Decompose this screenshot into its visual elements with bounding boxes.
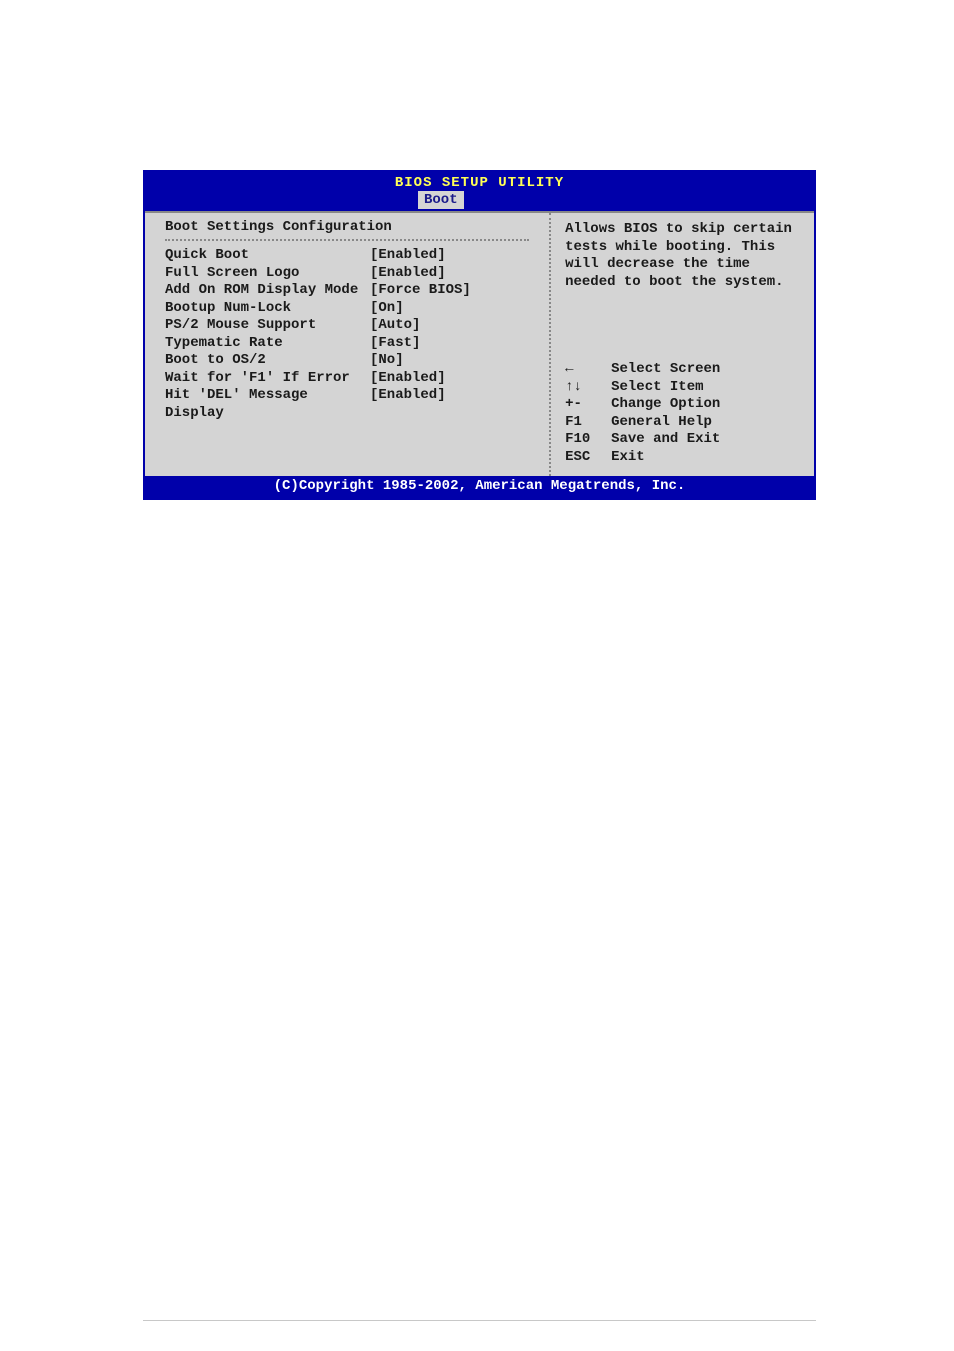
setting-add-on-rom[interactable]: Add On ROM Display Mode [Force BIOS] <box>165 282 529 300</box>
left-arrow-icon: ← <box>565 361 611 379</box>
nav-desc: Select Item <box>611 379 800 397</box>
settings-panel: Boot Settings Configuration Quick Boot [… <box>145 213 549 476</box>
setting-label: Wait for 'F1' If Error <box>165 370 370 388</box>
setting-value: [Enabled] <box>370 387 529 422</box>
bios-window: BIOS SETUP UTILITY Boot Boot Settings Co… <box>143 170 816 500</box>
setting-value: [Fast] <box>370 335 529 353</box>
nav-desc: Change Option <box>611 396 800 414</box>
setting-label: Quick Boot <box>165 247 370 265</box>
setting-typematic-rate[interactable]: Typematic Rate [Fast] <box>165 335 529 353</box>
setting-label: Boot to OS/2 <box>165 352 370 370</box>
nav-save-exit: F10 Save and Exit <box>565 431 800 449</box>
bios-body: Boot Settings Configuration Quick Boot [… <box>145 211 814 476</box>
nav-key: ESC <box>565 449 611 467</box>
nav-select-item: ↑↓ Select Item <box>565 379 800 397</box>
setting-wait-f1[interactable]: Wait for 'F1' If Error [Enabled] <box>165 370 529 388</box>
tab-boot[interactable]: Boot <box>418 191 464 209</box>
settings-list: Quick Boot [Enabled] Full Screen Logo [E… <box>165 247 529 422</box>
nav-key: F10 <box>565 431 611 449</box>
page-container: BIOS SETUP UTILITY Boot Boot Settings Co… <box>0 0 954 1321</box>
setting-value: [Enabled] <box>370 265 529 283</box>
setting-quick-boot[interactable]: Quick Boot [Enabled] <box>165 247 529 265</box>
setting-bootup-numlock[interactable]: Bootup Num-Lock [On] <box>165 300 529 318</box>
setting-value: [No] <box>370 352 529 370</box>
setting-value: [Auto] <box>370 317 529 335</box>
setting-boot-os2[interactable]: Boot to OS/2 [No] <box>165 352 529 370</box>
updown-arrow-icon: ↑↓ <box>565 379 611 397</box>
setting-label: Full Screen Logo <box>165 265 370 283</box>
setting-label: Add On ROM Display Mode <box>165 282 370 300</box>
setting-label: PS/2 Mouse Support <box>165 317 370 335</box>
setting-value: [Enabled] <box>370 247 529 265</box>
plus-minus-icon: +- <box>565 396 611 414</box>
setting-full-screen-logo[interactable]: Full Screen Logo [Enabled] <box>165 265 529 283</box>
nav-desc: General Help <box>611 414 800 432</box>
setting-value: [Enabled] <box>370 370 529 388</box>
bios-title: BIOS SETUP UTILITY <box>145 172 814 191</box>
tab-bar: Boot <box>145 191 814 211</box>
nav-select-screen: ← Select Screen <box>565 361 800 379</box>
setting-value: [Force BIOS] <box>370 282 529 300</box>
nav-key: F1 <box>565 414 611 432</box>
nav-exit: ESC Exit <box>565 449 800 467</box>
section-title: Boot Settings Configuration <box>165 219 529 235</box>
section-divider <box>165 239 529 241</box>
nav-help-list: ← Select Screen ↑↓ Select Item +- Change… <box>565 361 800 466</box>
setting-hit-del[interactable]: Hit 'DEL' Message Display [Enabled] <box>165 387 529 422</box>
help-panel: Allows BIOS to skip certain tests while … <box>549 213 814 476</box>
setting-label: Hit 'DEL' Message Display <box>165 387 370 422</box>
context-help-text: Allows BIOS to skip certain tests while … <box>565 221 800 291</box>
bios-footer: (C)Copyright 1985-2002, American Megatre… <box>145 476 814 498</box>
nav-desc: Save and Exit <box>611 431 800 449</box>
nav-desc: Select Screen <box>611 361 800 379</box>
nav-general-help: F1 General Help <box>565 414 800 432</box>
page-divider <box>143 1320 816 1321</box>
setting-value: [On] <box>370 300 529 318</box>
nav-change-option: +- Change Option <box>565 396 800 414</box>
nav-desc: Exit <box>611 449 800 467</box>
setting-label: Typematic Rate <box>165 335 370 353</box>
setting-label: Bootup Num-Lock <box>165 300 370 318</box>
setting-ps2-mouse[interactable]: PS/2 Mouse Support [Auto] <box>165 317 529 335</box>
